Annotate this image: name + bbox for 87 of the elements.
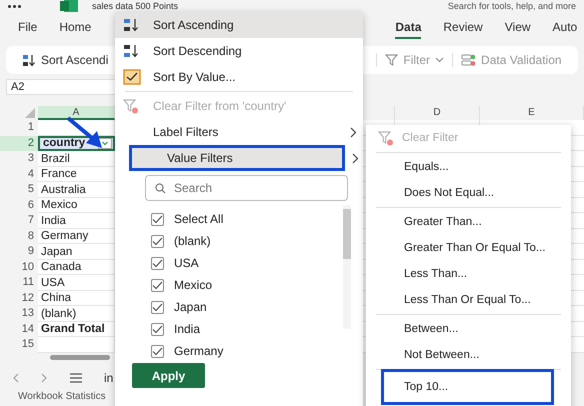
search-field[interactable]: Search xyxy=(145,175,348,201)
data-validation-icon xyxy=(461,54,476,66)
table-cell: Japan xyxy=(41,246,72,258)
menu-icon[interactable] xyxy=(70,372,82,382)
previous-sheet-icon[interactable] xyxy=(12,372,19,382)
table-cell: Mexico xyxy=(41,199,78,212)
row-number: 10 xyxy=(0,260,38,275)
menu-item[interactable]: Not Between... xyxy=(366,342,571,368)
table-cell: country xyxy=(43,137,86,150)
row-number: 14 xyxy=(0,322,38,337)
row-number: 4 xyxy=(0,166,38,182)
search-icon xyxy=(155,183,166,194)
checkbox-label[interactable]: Japan xyxy=(174,300,207,314)
menu-item[interactable]: Between... xyxy=(366,316,571,342)
table-cell: France xyxy=(41,168,77,180)
menu-item[interactable]: Does Not Equal... xyxy=(366,180,571,206)
row-number: 2 xyxy=(0,136,38,151)
checkbox-label[interactable]: Germany xyxy=(174,344,224,358)
next-sheet-icon[interactable] xyxy=(41,372,48,382)
vertical-scrollbar[interactable] xyxy=(343,205,351,329)
clear-filter-icon xyxy=(378,130,394,146)
checkbox-label[interactable]: USA xyxy=(174,256,199,270)
menu-item[interactable]: Label Filters xyxy=(115,119,363,145)
ribbon-tab[interactable]: Data xyxy=(395,16,422,38)
ribbon-tab[interactable]: Auto xyxy=(552,16,578,38)
checkbox[interactable] xyxy=(151,234,164,248)
sort-ascending-icon xyxy=(123,18,139,32)
funnel-icon xyxy=(385,54,398,66)
checkbox-label[interactable]: (blank) xyxy=(174,234,211,248)
table-cell: Germany xyxy=(41,230,88,242)
checkbox[interactable] xyxy=(151,344,164,358)
column-header[interactable]: A xyxy=(38,106,115,120)
table-cell: China xyxy=(41,292,72,304)
apply-button[interactable]: Apply xyxy=(132,363,205,388)
ribbon-tab[interactable]: View xyxy=(504,16,531,38)
menu-item[interactable]: Top 10... xyxy=(384,372,551,402)
table-cell: Grand Total xyxy=(41,323,105,336)
search-field[interactable]: Search for tools, help, and more xyxy=(448,1,576,11)
row-number: 3 xyxy=(0,151,38,166)
chevron-down-icon xyxy=(435,57,444,63)
file-name[interactable]: sales data 500 Points xyxy=(92,1,178,11)
menu-item[interactable]: Sort Descending xyxy=(115,38,363,64)
more-icon[interactable] xyxy=(8,4,22,8)
horizontal-scrollbar[interactable] xyxy=(50,354,110,360)
row-number: 1 xyxy=(0,120,38,136)
checkbox[interactable] xyxy=(151,256,164,270)
chevron-right-icon xyxy=(352,152,359,164)
menu-item[interactable]: Greater Than Or Equal To... xyxy=(366,235,571,261)
checkbox[interactable] xyxy=(151,278,164,292)
row-number: 7 xyxy=(0,213,38,228)
checkbox-label[interactable]: Select All xyxy=(174,212,224,226)
row-number: 12 xyxy=(0,290,38,306)
checkbox-label[interactable]: India xyxy=(174,322,200,336)
sort-ascending-button[interactable]: Sort Ascendi xyxy=(14,53,116,67)
menu-item[interactable]: Equals... xyxy=(366,154,571,180)
table-cell: India xyxy=(41,214,66,227)
menu-item[interactable]: Greater Than... xyxy=(366,209,571,235)
checkbox-label[interactable]: Mexico xyxy=(174,278,212,292)
table-cell: Australia xyxy=(41,184,86,196)
checkbox[interactable] xyxy=(151,212,164,226)
table-cell: (blank) xyxy=(41,308,76,320)
sort-descending-icon xyxy=(123,44,139,58)
row-number: 6 xyxy=(0,198,38,213)
sort-ascending-icon xyxy=(22,54,36,66)
clear-filter-icon xyxy=(123,98,139,114)
row-number: 15 xyxy=(0,337,38,352)
menu-item[interactable]: Less Than... xyxy=(366,261,571,287)
table-cell: USA xyxy=(41,276,65,289)
row-number: 13 xyxy=(0,306,38,322)
ribbon-tab[interactable]: Review xyxy=(443,16,483,38)
row-number: 5 xyxy=(0,182,38,198)
ribbon-tab[interactable]: File xyxy=(18,16,38,38)
checkbox[interactable] xyxy=(151,322,164,336)
menu-item[interactable]: Sort Ascending xyxy=(115,12,363,38)
checkbox-icon[interactable] xyxy=(123,69,141,85)
row-number: 11 xyxy=(0,275,38,290)
menu-item[interactable]: Less Than Or Equal To... xyxy=(366,287,571,313)
sheet-tab[interactable]: in xyxy=(104,370,114,384)
row-number: 8 xyxy=(0,228,38,244)
spreadsheet-app-icon xyxy=(60,0,78,12)
ribbon-tab[interactable]: Home xyxy=(59,16,92,38)
table-cell: Canada xyxy=(41,261,82,274)
chevron-right-icon xyxy=(350,126,357,138)
status-bar-text: Workbook Statistics xyxy=(17,390,107,402)
row-number: 9 xyxy=(0,244,38,260)
table-cell: Brazil xyxy=(41,152,70,165)
checkbox[interactable] xyxy=(151,300,164,314)
